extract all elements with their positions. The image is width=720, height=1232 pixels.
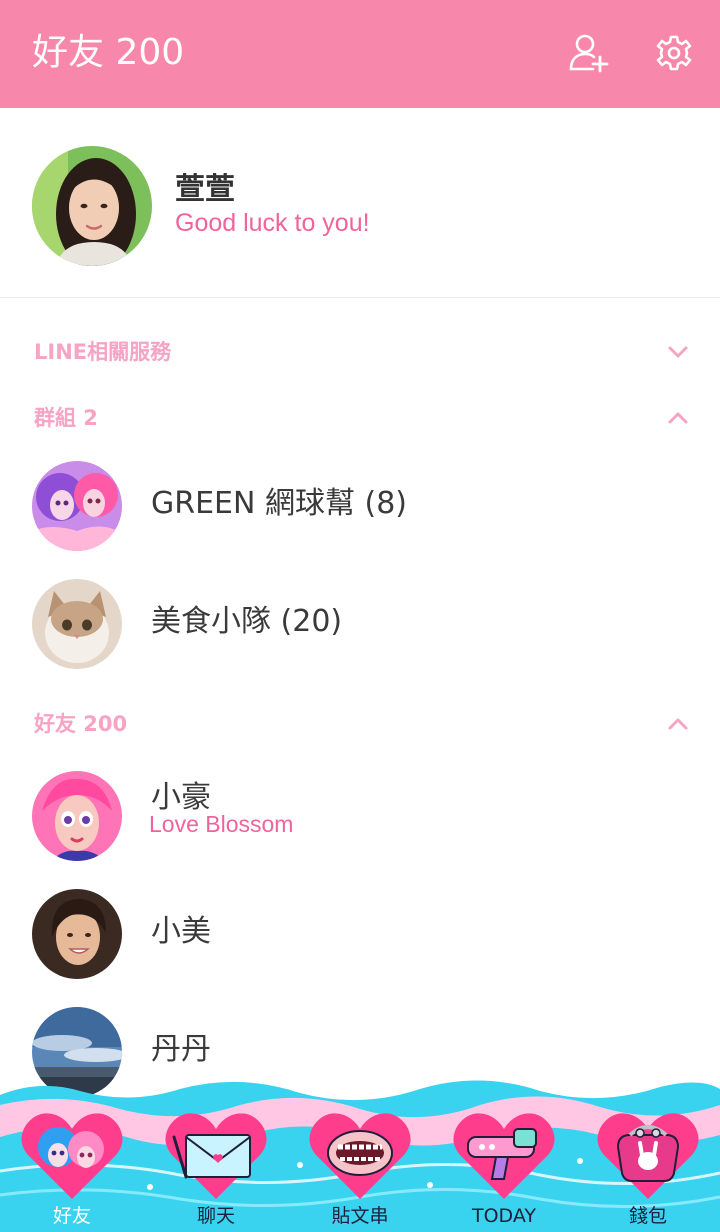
group-avatar bbox=[32, 579, 122, 669]
tab-today[interactable]: TODAY bbox=[432, 1075, 576, 1232]
water-gun-icon bbox=[453, 1113, 555, 1199]
friend-name: 丹丹 bbox=[151, 1032, 211, 1067]
my-profile-row[interactable]: 萱萱 Good luck to you! bbox=[0, 108, 720, 298]
tab-friends[interactable]: 好友 bbox=[0, 1075, 144, 1232]
section-header-line-services[interactable]: LINE相關服務 bbox=[0, 322, 720, 382]
chevron-down-icon bbox=[668, 346, 688, 358]
tab-label: TODAY bbox=[472, 1205, 536, 1227]
profile-avatar bbox=[32, 146, 152, 266]
group-row[interactable]: GREEN 網球幫 (8) bbox=[0, 448, 720, 558]
section-label: 好友 200 bbox=[34, 712, 128, 736]
chevron-up-icon bbox=[668, 412, 688, 424]
section-label: 群組 2 bbox=[34, 406, 98, 430]
add-friend-button[interactable] bbox=[566, 30, 612, 76]
profile-status-message: Good luck to you! bbox=[175, 209, 370, 237]
chevron-up-icon bbox=[668, 718, 688, 730]
tab-wallet[interactable]: 錢包 bbox=[576, 1075, 720, 1232]
tab-chats[interactable]: 聊天 bbox=[144, 1075, 288, 1232]
page-title: 好友 200 bbox=[32, 32, 185, 73]
profile-name: 萱萱 bbox=[175, 172, 235, 207]
gear-icon bbox=[656, 35, 692, 71]
group-name: GREEN 網球幫 (8) bbox=[151, 486, 408, 521]
group-row[interactable]: 美食小隊 (20) bbox=[0, 566, 720, 676]
settings-button[interactable] bbox=[651, 30, 697, 76]
section-header-friends[interactable]: 好友 200 bbox=[0, 694, 720, 754]
friend-row[interactable]: 小美 bbox=[0, 876, 720, 986]
tab-label: 聊天 bbox=[196, 1205, 235, 1227]
friend-name: 小美 bbox=[151, 914, 211, 949]
bottom-tab-bar: 好友 聊天 貼文串 TODAY 錢包 bbox=[0, 1075, 720, 1232]
mouth-icon bbox=[309, 1113, 411, 1199]
group-name: 美食小隊 (20) bbox=[151, 604, 343, 639]
friend-row[interactable]: 小豪 Love Blossom bbox=[0, 758, 720, 868]
group-avatar bbox=[32, 461, 122, 551]
envelope-icon bbox=[165, 1113, 267, 1199]
tab-label: 好友 bbox=[52, 1205, 91, 1227]
add-friend-icon bbox=[569, 34, 609, 73]
tab-label: 錢包 bbox=[628, 1205, 667, 1227]
tab-timeline[interactable]: 貼文串 bbox=[288, 1075, 432, 1232]
coin-purse-icon bbox=[597, 1113, 699, 1199]
friends-tab-icon bbox=[21, 1113, 123, 1199]
tab-label: 貼文串 bbox=[331, 1205, 389, 1227]
friend-avatar bbox=[32, 771, 122, 861]
friend-avatar bbox=[32, 889, 122, 979]
section-label: LINE相關服務 bbox=[34, 340, 172, 364]
friend-status-message: Love Blossom bbox=[149, 811, 294, 837]
header-bar: 好友 200 bbox=[0, 0, 720, 108]
section-header-groups[interactable]: 群組 2 bbox=[0, 388, 720, 448]
